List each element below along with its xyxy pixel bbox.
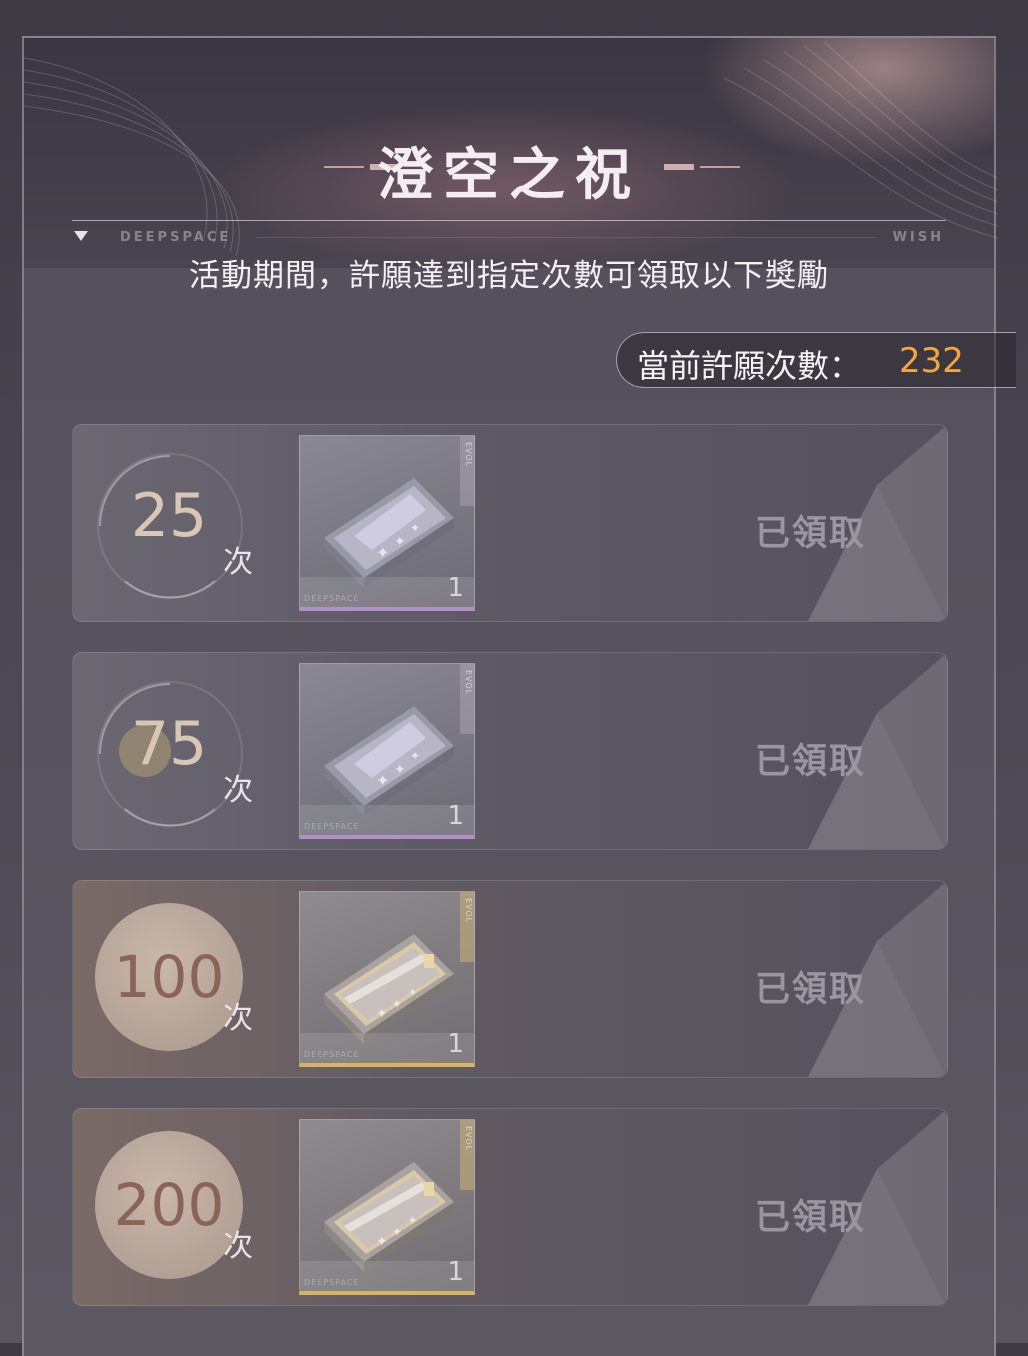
page-title: 澄空之祝 (377, 142, 641, 208)
reward-brand: EVOL (464, 898, 473, 924)
wish-count-label: 當前許願次數： (637, 347, 862, 385)
gift-box-icon: ✦ ✦ ✦ (324, 478, 454, 588)
reward-quantity: 1 (447, 573, 464, 603)
wish-tag: WISH (892, 230, 944, 245)
svg-text:✦: ✦ (394, 762, 406, 778)
svg-text:✦: ✦ (408, 986, 417, 999)
svg-text:✦: ✦ (376, 1006, 388, 1022)
svg-text:✦: ✦ (410, 521, 420, 535)
rewards-panel: 澄空之祝 DEEPSPACE WISH 活動期間，許願達到指定次數可領取以下獎勵… (22, 36, 1016, 1356)
reward-brand: EVOL (464, 442, 473, 468)
svg-text:✦: ✦ (392, 1225, 402, 1239)
svg-text:✦: ✦ (410, 749, 420, 763)
triangle-down-icon (74, 231, 88, 241)
claimed-status: 已領取 (755, 741, 867, 782)
milestone-unit: 次 (223, 773, 253, 808)
gift-box-icon: ✦ ✦ ✦ (324, 1162, 454, 1272)
milestone-count: 100 (113, 943, 225, 1011)
milestone-count: 25 (130, 481, 208, 551)
event-description: 活動期間，許願達到指定次數可領取以下獎勵 (189, 258, 829, 294)
reward-item[interactable]: EVOL ✦ ✦ ✦ DEEPSPACE 1 (299, 663, 475, 839)
reward-brand: EVOL (464, 670, 473, 696)
claimed-status: 已領取 (755, 969, 867, 1010)
reward-quantity: 1 (447, 1257, 464, 1287)
reward-item[interactable]: EVOL ✦ ✦ ✦ DEEPSPACE 1 (299, 1119, 475, 1295)
svg-text:✦: ✦ (394, 534, 406, 550)
svg-text:✦: ✦ (376, 1234, 388, 1250)
milestone-row[interactable]: 75 次 EVOL ✦ ✦ ✦ DEEPSPACE 1 已領取 (72, 652, 948, 850)
reward-quantity: 1 (447, 1029, 464, 1059)
wish-count-badge: 當前許願次數： 232 (616, 332, 1016, 388)
milestone-unit: 次 (223, 1229, 253, 1264)
milestone-unit: 次 (223, 1001, 253, 1036)
svg-text:✦: ✦ (376, 771, 389, 790)
gift-box-icon: ✦ ✦ ✦ (324, 706, 454, 816)
deepspace-tag: DEEPSPACE (120, 230, 232, 245)
svg-text:✦: ✦ (408, 1214, 417, 1227)
reward-item[interactable]: EVOL ✦ ✦ ✦ DEEPSPACE 1 (299, 891, 475, 1067)
milestone-count: 200 (113, 1171, 225, 1239)
milestone-row[interactable]: 100 次 EVOL ✦ ✦ ✦ DEEPSPACE 1 已領取 (72, 880, 948, 1078)
claimed-status: 已領取 (755, 1197, 867, 1238)
milestone-count: 75 (130, 709, 208, 779)
title-right-ornament (664, 164, 740, 170)
reward-brand: EVOL (464, 1126, 473, 1152)
gift-box-icon: ✦ ✦ ✦ (324, 934, 454, 1044)
milestone-row[interactable]: 25 次 EVOL ✦ ✦ ✦ DEEPSPACE 1 已領取 (72, 424, 948, 622)
milestone-row[interactable]: 200 次 EVOL ✦ ✦ ✦ DEEPSPACE 1 已領取 (72, 1108, 948, 1306)
svg-text:✦: ✦ (376, 543, 389, 562)
milestone-unit: 次 (223, 545, 253, 580)
header-divider (72, 220, 946, 221)
reward-footer-text: DEEPSPACE (304, 822, 360, 831)
svg-text:✦: ✦ (392, 997, 402, 1011)
reward-footer-text: DEEPSPACE (304, 594, 360, 603)
reward-item[interactable]: EVOL ✦ ✦ ✦ DEEPSPACE 1 (299, 435, 475, 611)
tag-divider (256, 237, 876, 238)
wish-count-value: 232 (899, 341, 964, 381)
reward-footer-text: DEEPSPACE (304, 1278, 360, 1287)
reward-footer-text: DEEPSPACE (304, 1050, 360, 1059)
claimed-status: 已領取 (755, 513, 867, 554)
reward-quantity: 1 (447, 801, 464, 831)
